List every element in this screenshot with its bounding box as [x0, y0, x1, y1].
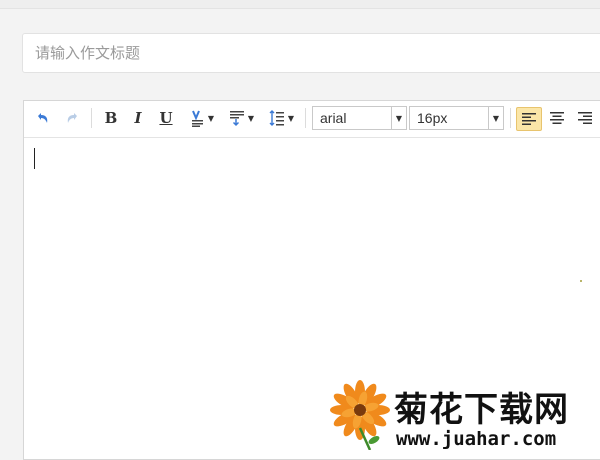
align-center-icon — [550, 112, 564, 124]
font-color-icon — [191, 110, 203, 127]
top-bar — [0, 0, 600, 9]
redo-icon — [67, 113, 77, 123]
underline-button[interactable]: U — [156, 107, 176, 129]
essay-title-input[interactable] — [22, 33, 600, 73]
chevron-down-icon: ▼ — [287, 113, 295, 123]
chevron-down-icon: ▼ — [247, 113, 255, 123]
chevron-down-icon: ▼ — [207, 113, 215, 123]
paragraph-format-button[interactable]: ▼ — [224, 107, 258, 129]
font-size-select[interactable]: 16px ▼ — [409, 106, 504, 130]
toolbar-separator — [91, 108, 92, 128]
undo-icon — [38, 113, 48, 123]
stray-dot — [580, 280, 582, 282]
font-color-button[interactable]: ▼ — [184, 107, 218, 129]
line-height-button[interactable]: ▼ — [264, 107, 298, 129]
align-right-button[interactable] — [574, 107, 596, 129]
text-cursor — [34, 148, 35, 169]
editor-toolbar: B I U ▼ ▼ ▼ arial ▼ 16px ▼ — [24, 101, 600, 138]
bold-button[interactable]: B — [101, 107, 121, 129]
toolbar-separator — [510, 108, 511, 128]
flower-logo-icon — [330, 380, 390, 450]
align-left-button[interactable] — [516, 107, 542, 131]
font-size-value: 16px — [417, 110, 448, 126]
font-family-value: arial — [320, 110, 347, 126]
chevron-down-icon: ▼ — [391, 107, 406, 129]
redo-button[interactable] — [61, 107, 83, 129]
italic-button[interactable]: I — [128, 107, 148, 129]
font-family-select[interactable]: arial ▼ — [312, 106, 407, 130]
align-right-icon — [578, 112, 592, 124]
watermark: 菊花下载网 www.juahar.com — [330, 380, 600, 450]
watermark-title: 菊花下载网 — [394, 390, 569, 430]
undo-button[interactable] — [32, 107, 54, 129]
toolbar-separator — [305, 108, 306, 128]
align-center-button[interactable] — [546, 107, 568, 129]
chevron-down-icon: ▼ — [488, 107, 503, 129]
line-height-icon — [269, 110, 284, 126]
align-left-icon — [522, 113, 536, 125]
watermark-url: www.juahar.com — [396, 428, 557, 450]
paragraph-format-icon — [229, 111, 244, 127]
